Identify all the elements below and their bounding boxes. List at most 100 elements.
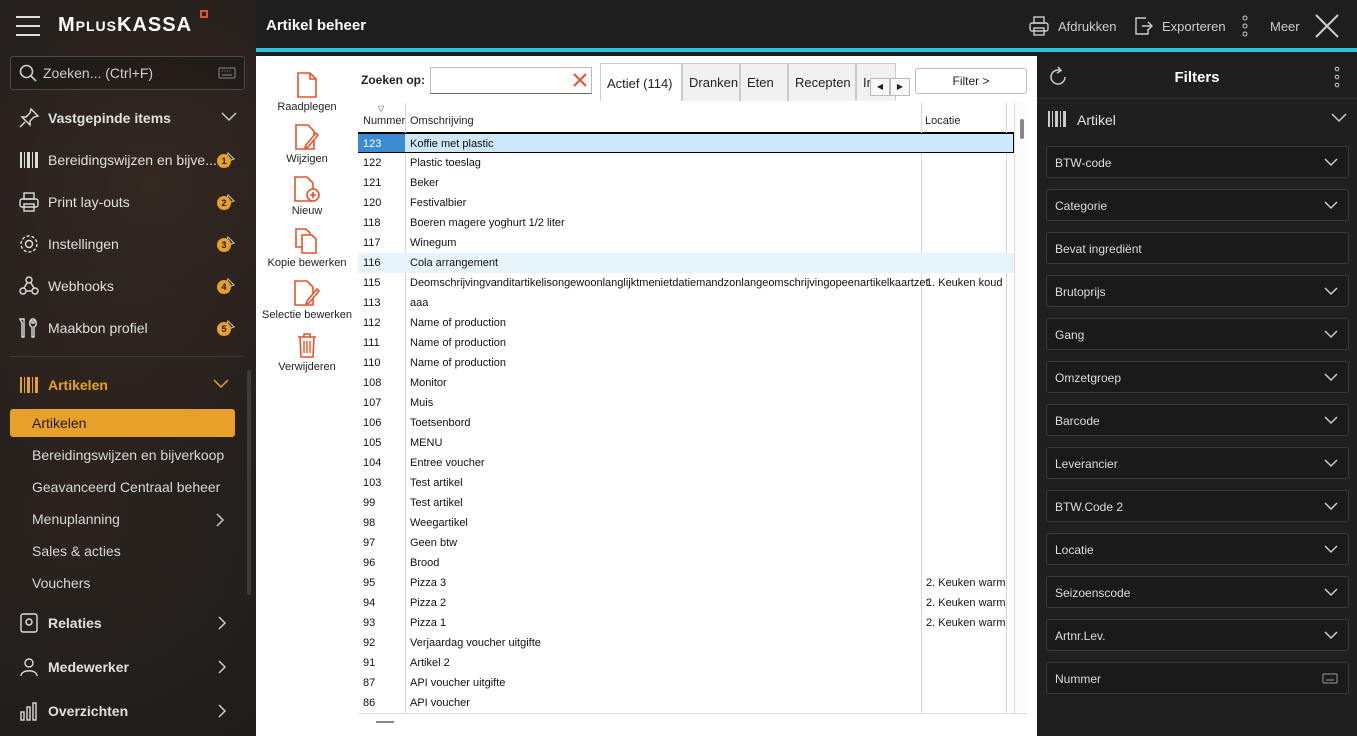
kopie-bewerken-button[interactable]: Kopie bewerken — [256, 227, 358, 269]
filter-field[interactable]: Omzetgroep — [1046, 361, 1349, 393]
filter-field[interactable]: Artnr.Lev. — [1046, 619, 1349, 651]
filter-field[interactable]: Bevat ingrediënt — [1046, 232, 1349, 264]
table-row[interactable]: 103 Test artikel — [358, 473, 1014, 493]
chevron-down-icon[interactable] — [213, 379, 229, 389]
chevron-down-icon[interactable] — [1324, 502, 1338, 511]
sub-item-sales-acties[interactable]: Sales & acties — [10, 537, 235, 565]
sub-item-geavanceerd[interactable]: Geavanceerd Centraal beheer — [10, 473, 235, 501]
filter-field[interactable]: BTW-code — [1046, 146, 1349, 178]
chevron-down-icon[interactable] — [1324, 158, 1338, 167]
table-row[interactable]: 104 Entree voucher — [358, 453, 1014, 473]
selectie-bewerken-button[interactable]: Selectie bewerken — [256, 279, 358, 321]
hamburger-menu-icon[interactable] — [16, 16, 40, 36]
sidebar-section-artikelen[interactable]: Artikelen — [0, 366, 245, 404]
chevron-down-icon[interactable] — [1324, 631, 1338, 640]
tab-dranken[interactable]: Dranken — [682, 63, 740, 101]
chevron-down-icon[interactable] — [221, 112, 237, 122]
tab-scroll-left-icon[interactable]: ◀ — [870, 78, 890, 96]
sidebar-item-relaties[interactable]: Relaties — [0, 604, 245, 642]
table-row[interactable]: 106 Toetsenbord — [358, 413, 1014, 433]
sub-item-vouchers[interactable]: Vouchers — [10, 569, 235, 597]
sidebar-item-maakbon-profiel[interactable]: Maakbon profiel 5 — [0, 309, 245, 347]
table-row[interactable]: 117 Winegum — [358, 233, 1014, 253]
zoek-input[interactable] — [430, 67, 592, 94]
filter-field[interactable]: Barcode — [1046, 404, 1349, 436]
table-row[interactable]: 99 Test artikel — [358, 493, 1014, 513]
filter-field[interactable]: Categorie — [1046, 189, 1349, 221]
more-vertical-icon[interactable] — [1333, 66, 1341, 88]
table-row[interactable]: 116 Cola arrangement — [358, 253, 1014, 273]
pinned-marker[interactable]: 2 — [217, 193, 236, 213]
table-row[interactable]: 96 Brood — [358, 553, 1014, 573]
wijzigen-button[interactable]: Wijzigen — [256, 123, 358, 165]
table-row[interactable]: 118 Boeren magere yoghurt 1/2 liter — [358, 213, 1014, 233]
column-header-nummer[interactable]: Nummer — [363, 115, 405, 127]
sidebar-scrollbar[interactable] — [247, 370, 251, 595]
filter-field[interactable]: BTW.Code 2 — [1046, 490, 1349, 522]
chevron-down-icon[interactable] — [1324, 588, 1338, 597]
table-scrollbar[interactable] — [1014, 103, 1028, 713]
chevron-down-icon[interactable] — [1331, 113, 1347, 123]
table-row[interactable]: 98 Weegartikel — [358, 513, 1014, 533]
tab-actief[interactable]: Actief (114) — [600, 63, 682, 101]
export-button[interactable]: Exporteren — [1132, 15, 1226, 37]
table-row[interactable]: 107 Muis — [358, 393, 1014, 413]
column-header-locatie[interactable]: Locatie — [925, 115, 960, 127]
scrollbar-thumb[interactable] — [1020, 119, 1024, 139]
sidebar-item-instellingen[interactable]: Instellingen 3 — [0, 225, 245, 263]
table-row[interactable]: 93 Pizza 1 2. Keuken warm — [358, 613, 1014, 633]
nieuw-button[interactable]: Nieuw — [256, 175, 358, 217]
verwijderen-button[interactable]: Verwijderen — [256, 331, 358, 373]
filter-field[interactable]: Leverancier — [1046, 447, 1349, 479]
more-button[interactable]: Meer — [1240, 15, 1300, 37]
table-row[interactable]: 91 Artikel 2 — [358, 653, 1014, 673]
sub-item-artikelen[interactable]: Artikelen — [10, 409, 235, 437]
filter-group-artikel[interactable]: Artikel — [1037, 99, 1357, 139]
sidebar-item-webhooks[interactable]: Webhooks 4 — [0, 267, 245, 305]
filter-field[interactable]: Brutoprijs — [1046, 275, 1349, 307]
filter-field[interactable]: Locatie — [1046, 533, 1349, 565]
chevron-down-icon[interactable] — [1324, 201, 1338, 210]
table-row[interactable]: 87 API voucher uitgifte — [358, 673, 1014, 693]
sub-item-menuplanning[interactable]: Menuplanning — [10, 505, 235, 533]
filter-field[interactable]: Seizoenscode — [1046, 576, 1349, 608]
pinned-items-header[interactable]: Vastgepinde items — [0, 99, 245, 137]
keyboard-icon[interactable] — [1322, 671, 1338, 685]
clear-icon[interactable] — [572, 72, 588, 88]
table-row[interactable]: 97 Geen btw — [358, 533, 1014, 553]
table-row[interactable]: 108 Monitor — [358, 373, 1014, 393]
table-row[interactable]: 115 Deomschrijvingvanditartikelisongewoon… — [358, 273, 1014, 293]
pinned-marker[interactable]: 5 — [217, 319, 236, 339]
sidebar-item-bereidingswijzen[interactable]: Bereidingswijzen en bijve... 1 — [0, 141, 245, 179]
tab-scroll-right-icon[interactable]: ▶ — [890, 78, 910, 96]
chevron-down-icon[interactable] — [1324, 287, 1338, 296]
scrollbar-thumb[interactable] — [376, 721, 394, 723]
table-row[interactable]: 122 Plastic toeslag — [358, 153, 1014, 173]
filter-button[interactable]: Filter > — [915, 68, 1027, 94]
table-row[interactable]: 110 Name of production — [358, 353, 1014, 373]
table-row[interactable]: 112 Name of production — [358, 313, 1014, 333]
chevron-down-icon[interactable] — [1324, 459, 1338, 468]
chevron-down-icon[interactable] — [1324, 330, 1338, 339]
table-row[interactable]: 95 Pizza 3 2. Keuken warm — [358, 573, 1014, 593]
close-icon[interactable] — [1315, 14, 1339, 38]
table-row[interactable]: 113 aaa — [358, 293, 1014, 313]
print-button[interactable]: Afdrukken — [1028, 15, 1117, 37]
filter-field[interactable]: Nummer — [1046, 662, 1349, 694]
search-input[interactable]: Zoeken... (Ctrl+F) — [10, 56, 245, 90]
pinned-marker[interactable]: 3 — [217, 235, 236, 255]
chevron-down-icon[interactable] — [1324, 373, 1338, 382]
sidebar-item-print-layouts[interactable]: Print lay-outs 2 — [0, 183, 245, 221]
column-header-omschrijving[interactable]: Omschrijving — [410, 115, 474, 127]
table-row[interactable]: 105 MENU — [358, 433, 1014, 453]
table-row[interactable]: 111 Name of production — [358, 333, 1014, 353]
table-row[interactable]: 86 API voucher — [358, 693, 1014, 713]
chevron-down-icon[interactable] — [1324, 545, 1338, 554]
table-row[interactable]: 92 Verjaardag voucher uitgifte — [358, 633, 1014, 653]
sidebar-item-medewerker[interactable]: Medewerker — [0, 648, 245, 686]
tab-eten[interactable]: Eten — [740, 63, 788, 101]
horizontal-scrollbar[interactable] — [358, 713, 1028, 729]
table-row[interactable]: 120 Festivalbier — [358, 193, 1014, 213]
tab-recepten[interactable]: Recepten — [788, 63, 856, 101]
chevron-down-icon[interactable] — [1324, 416, 1338, 425]
